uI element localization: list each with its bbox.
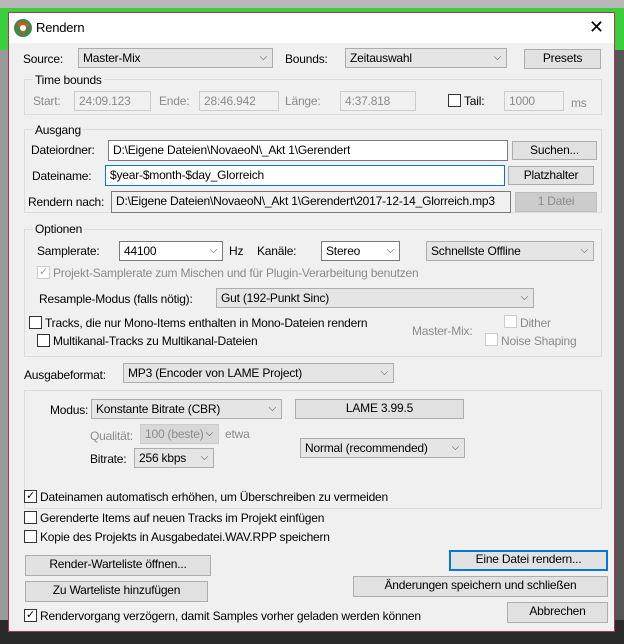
filename-label: Dateiname: — [32, 169, 92, 183]
source-label: Source: — [23, 52, 63, 66]
approx-label: etwa — [225, 427, 250, 441]
bitrate-label: Bitrate: — [90, 452, 127, 466]
chevron-down-icon: ⌵ — [451, 442, 460, 453]
source-select[interactable]: Master-Mix ⌵ — [78, 48, 273, 68]
chevron-down-icon: ⌵ — [520, 292, 529, 303]
title-bar: Rendern ✕ — [9, 13, 614, 43]
cancel-button[interactable]: Abbrechen — [507, 602, 608, 623]
chevron-down-icon: ⌵ — [580, 245, 589, 256]
length-label: Länge: — [285, 94, 321, 108]
lame-preset-select[interactable]: Normal (recommended) ⌵ — [300, 438, 465, 458]
reaper-logo-icon — [14, 19, 32, 37]
background-daw-right — [614, 50, 624, 630]
channels-value: Stereo — [326, 244, 361, 258]
bounds-label: Bounds: — [285, 52, 328, 66]
bounds-value: Zeitauswahl — [350, 51, 412, 65]
bitrate-value: 256 kbps — [139, 451, 187, 465]
render-speed-select[interactable]: Schnellste Offline ⌵ — [426, 241, 594, 261]
chevron-down-icon: ⌵ — [259, 52, 268, 63]
tail-checkbox[interactable] — [448, 94, 461, 107]
quality-value: 100 (beste) — [145, 427, 204, 441]
insert-tracks-label: Gerenderte Items auf neuen Tracks im Pro… — [40, 511, 325, 525]
mode-value: Konstante Bitrate (CBR) — [96, 402, 221, 416]
placeholder-button[interactable]: Platzhalter — [508, 166, 594, 185]
start-label: Start: — [33, 94, 61, 108]
browse-button[interactable]: Suchen... — [512, 141, 597, 160]
mono-tracks-label: Tracks, die nur Mono-Items enthalten in … — [45, 316, 368, 330]
chevron-down-icon: ⌵ — [200, 452, 209, 463]
channels-select[interactable]: Stereo ⌵ — [321, 241, 400, 261]
tail-label: Tail: — [464, 94, 485, 108]
chevron-down-icon: ⌵ — [268, 403, 277, 414]
open-render-queue-button[interactable]: Render-Warteliste öffnen... — [25, 555, 211, 576]
master-mix-label: Master-Mix: — [412, 324, 473, 338]
close-icon[interactable]: ✕ — [589, 17, 604, 38]
chevron-down-icon: ⌵ — [380, 367, 389, 378]
render-to-field: D:\Eigene Dateien\NovaeoN\_Akt 1\Gerende… — [111, 191, 511, 213]
mono-tracks-checkbox[interactable] — [29, 316, 42, 329]
dither-label: Dither — [520, 316, 551, 330]
chevron-down-icon: ⌵ — [386, 245, 395, 256]
samplerate-value: 44100 — [124, 244, 157, 258]
render-to-label: Rendern nach: — [28, 195, 105, 209]
noise-shaping-checkbox — [485, 333, 498, 346]
mode-select[interactable]: Konstante Bitrate (CBR) ⌵ — [91, 399, 282, 419]
save-project-copy-checkbox[interactable] — [24, 530, 37, 543]
mode-label: Modus: — [50, 403, 89, 417]
quality-select: 100 (beste) ⌵ — [140, 424, 219, 444]
presets-button[interactable]: Presets — [524, 49, 601, 69]
hz-label: Hz — [229, 244, 244, 258]
samplerate-select[interactable]: 44100 ⌵ — [119, 241, 223, 261]
resample-select[interactable]: Gut (192-Punkt Sinc) ⌵ — [216, 288, 534, 308]
output-format-select[interactable]: MP3 (Encoder von LAME Project) ⌵ — [123, 363, 394, 383]
bitrate-select[interactable]: 256 kbps ⌵ — [134, 448, 214, 468]
channels-label: Kanäle: — [257, 244, 297, 258]
filename-input[interactable]: $year-$month-$day_Glorreich — [105, 165, 505, 186]
output-format-label: Ausgabeformat: — [24, 368, 106, 382]
add-to-queue-button[interactable]: Zu Warteliste hinzufügen — [25, 581, 208, 602]
delay-render-label: Rendervorgang verzögern, damit Samples v… — [40, 609, 421, 623]
multichannel-label: Multikanal-Tracks zu Multikanal-Dateien — [53, 334, 258, 348]
resample-value: Gut (192-Punkt Sinc) — [221, 291, 330, 305]
folder-label: Dateiordner: — [31, 143, 95, 157]
quality-label: Qualität: — [90, 429, 133, 443]
tail-unit: ms — [571, 96, 587, 110]
end-label: Ende: — [159, 94, 190, 108]
source-value: Master-Mix — [83, 51, 141, 65]
start-input[interactable]: 24:09.123 — [74, 91, 151, 111]
bounds-select[interactable]: Zeitauswahl ⌵ — [345, 48, 507, 68]
options-title: Optionen — [33, 222, 85, 236]
project-samplerate-checkbox: ✓ — [37, 266, 50, 279]
output-title: Ausgang — [33, 123, 83, 137]
chevron-down-icon: ⌵ — [493, 52, 502, 63]
auto-increment-checkbox[interactable]: ✓ — [24, 490, 37, 503]
resample-label: Resample-Modus (falls nötig): — [39, 292, 193, 306]
output-format-value: MP3 (Encoder von LAME Project) — [128, 366, 303, 380]
render-dialog: Rendern ✕ Source: Master-Mix ⌵ Bounds: Ze… — [8, 12, 615, 632]
end-input[interactable]: 28:46.942 — [199, 91, 279, 111]
auto-increment-label: Dateinamen automatisch erhöhen, um Übers… — [40, 490, 388, 504]
render-file-button[interactable]: Eine Datei rendern... — [449, 550, 608, 571]
multichannel-checkbox[interactable] — [37, 334, 50, 347]
save-and-close-button[interactable]: Änderungen speichern und schließen — [353, 576, 608, 597]
delay-render-checkbox[interactable]: ✓ — [24, 609, 37, 622]
samplerate-label: Samplerate: — [37, 244, 100, 258]
lame-version-button[interactable]: LAME 3.99.5 — [295, 399, 464, 419]
tail-input[interactable]: 1000 — [504, 91, 564, 111]
folder-input[interactable]: D:\Eigene Dateien\NovaeoN\_Akt 1\Gerende… — [108, 140, 508, 161]
window-title: Rendern — [36, 20, 85, 35]
project-samplerate-label: Projekt-Samplerate zum Mischen und für P… — [53, 266, 419, 280]
time-bounds-title: Time bounds — [33, 73, 104, 87]
chevron-down-icon: ⌵ — [205, 428, 214, 439]
save-project-copy-label: Kopie des Projekts in Ausgabedatei.WAV.R… — [40, 530, 330, 544]
insert-tracks-checkbox[interactable] — [24, 511, 37, 524]
lame-preset-value: Normal (recommended) — [305, 441, 428, 455]
noise-shaping-label: Noise Shaping — [501, 334, 577, 348]
render-speed-value: Schnellste Offline — [431, 244, 521, 258]
chevron-down-icon: ⌵ — [209, 245, 218, 256]
files-button: 1 Datei — [515, 192, 597, 212]
dither-checkbox — [504, 315, 517, 328]
length-input[interactable]: 4:37.818 — [340, 91, 416, 111]
